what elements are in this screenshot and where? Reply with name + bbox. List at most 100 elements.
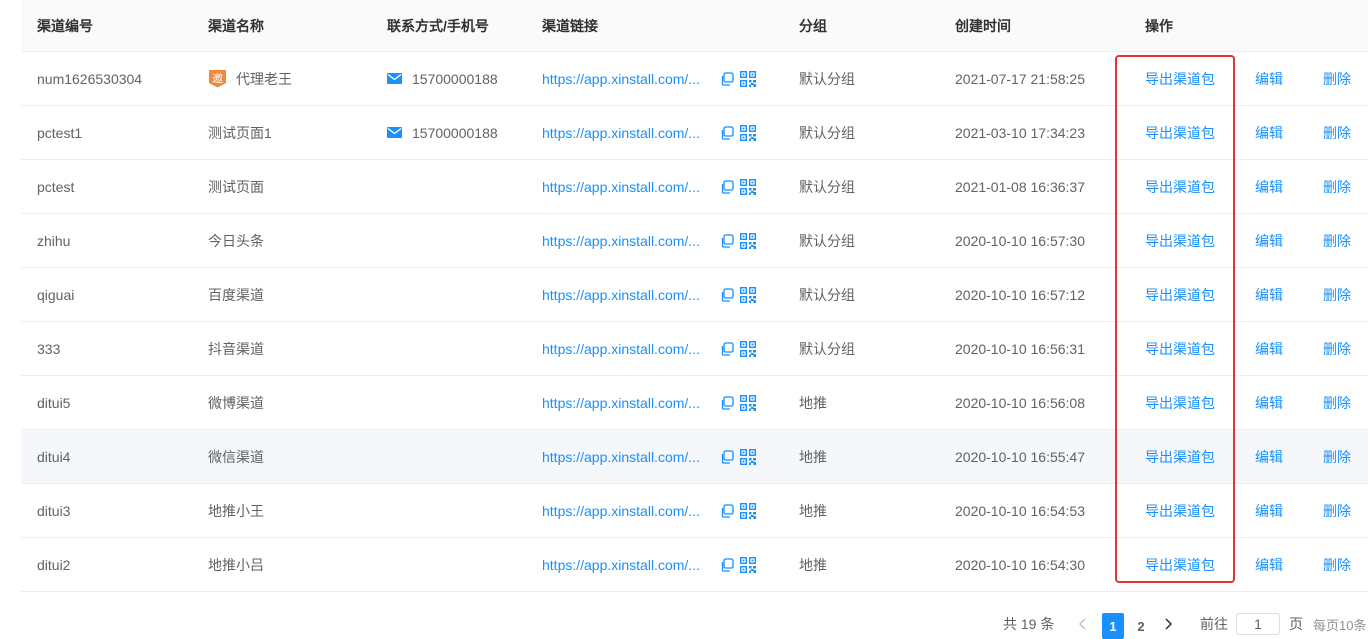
- qrcode-icon[interactable]: [740, 556, 756, 573]
- channel-name-cell: 百度渠道: [208, 268, 264, 321]
- channel-code: pctest: [37, 178, 75, 195]
- delete-button[interactable]: 删除: [1323, 447, 1351, 467]
- channel-link[interactable]: https://app.xinstall.com/...: [542, 395, 712, 411]
- channel-link[interactable]: https://app.xinstall.com/...: [542, 233, 712, 249]
- edit-button[interactable]: 编辑: [1255, 123, 1303, 143]
- goto-page-input[interactable]: 1: [1236, 613, 1280, 635]
- delete-button[interactable]: 删除: [1323, 501, 1351, 521]
- channel-code: qiguai: [37, 286, 75, 303]
- channel-name: 代理老王: [236, 70, 292, 87]
- copy-icon[interactable]: [720, 179, 734, 194]
- channel-code: ditui5: [37, 394, 71, 411]
- table-header: 渠道编号 渠道名称 联系方式/手机号 渠道链接 分组 创建时间 操作: [21, 0, 1368, 52]
- copy-icon[interactable]: [720, 125, 734, 140]
- pagination-total: 共 19 条: [1003, 616, 1055, 632]
- channel-link[interactable]: https://app.xinstall.com/...: [542, 71, 712, 87]
- channel-code: ditui2: [37, 556, 71, 573]
- delete-button[interactable]: 删除: [1323, 339, 1351, 359]
- channel-link[interactable]: https://app.xinstall.com/...: [542, 125, 712, 141]
- group: 默认分组: [799, 70, 855, 87]
- edit-button[interactable]: 编辑: [1255, 69, 1303, 89]
- channel-name: 地推小王: [208, 502, 264, 519]
- created-time: 2021-07-17 21:58:25: [955, 70, 1085, 87]
- qrcode-icon[interactable]: [740, 70, 756, 87]
- copy-icon[interactable]: [720, 71, 734, 86]
- qrcode-icon[interactable]: [740, 340, 756, 357]
- delete-button[interactable]: 删除: [1323, 555, 1351, 575]
- qrcode-icon[interactable]: [740, 178, 756, 195]
- header-group: 分组: [799, 17, 827, 34]
- invite-badge-icon: 邀: [208, 69, 227, 88]
- copy-icon[interactable]: [720, 233, 734, 248]
- link-cell: https://app.xinstall.com/...: [542, 52, 756, 105]
- channel-name-cell: 微信渠道: [208, 430, 264, 483]
- channel-name: 微信渠道: [208, 448, 264, 465]
- edit-button[interactable]: 编辑: [1255, 447, 1303, 467]
- channel-code: num1626530304: [37, 70, 143, 87]
- copy-icon[interactable]: [720, 449, 734, 464]
- created-time: 2020-10-10 16:57:30: [955, 232, 1085, 249]
- edit-button[interactable]: 编辑: [1255, 285, 1303, 305]
- copy-icon[interactable]: [720, 503, 734, 518]
- annotation-highlight-box: [1115, 55, 1235, 583]
- pagination: 共 19 条 1 2 前往 1 页 每页10条: [0, 611, 1368, 639]
- edit-button[interactable]: 编辑: [1255, 393, 1303, 413]
- qrcode-icon[interactable]: [740, 286, 756, 303]
- channel-link[interactable]: https://app.xinstall.com/...: [542, 179, 712, 195]
- delete-button[interactable]: 删除: [1323, 177, 1351, 197]
- created-time: 2020-10-10 16:56:31: [955, 340, 1085, 357]
- channel-name-cell: 抖音渠道: [208, 322, 264, 375]
- group: 默认分组: [799, 124, 855, 141]
- prev-page-icon[interactable]: [1078, 611, 1088, 637]
- link-cell: https://app.xinstall.com/...: [542, 214, 756, 267]
- delete-button[interactable]: 删除: [1323, 123, 1351, 143]
- qrcode-icon[interactable]: [740, 394, 756, 411]
- channel-link[interactable]: https://app.xinstall.com/...: [542, 503, 712, 519]
- created-time: 2021-03-10 17:34:23: [955, 124, 1085, 141]
- qrcode-icon[interactable]: [740, 502, 756, 519]
- page-button-1[interactable]: 1: [1102, 613, 1124, 639]
- qrcode-icon[interactable]: [740, 448, 756, 465]
- channel-name: 地推小吕: [208, 556, 264, 573]
- copy-icon[interactable]: [720, 341, 734, 356]
- delete-button[interactable]: 删除: [1323, 393, 1351, 413]
- channel-link[interactable]: https://app.xinstall.com/...: [542, 341, 712, 357]
- link-cell: https://app.xinstall.com/...: [542, 538, 756, 591]
- copy-icon[interactable]: [720, 287, 734, 302]
- contact-cell: 15700000188: [387, 106, 498, 159]
- edit-button[interactable]: 编辑: [1255, 177, 1303, 197]
- delete-button[interactable]: 删除: [1323, 69, 1351, 89]
- edit-button[interactable]: 编辑: [1255, 501, 1303, 521]
- next-page-icon[interactable]: [1163, 611, 1173, 637]
- header-name: 渠道名称: [208, 17, 264, 34]
- copy-icon[interactable]: [720, 395, 734, 410]
- copy-icon[interactable]: [720, 557, 734, 572]
- channel-link[interactable]: https://app.xinstall.com/...: [542, 557, 712, 573]
- channel-link[interactable]: https://app.xinstall.com/...: [542, 287, 712, 303]
- header-contact: 联系方式/手机号: [387, 17, 489, 34]
- qrcode-icon[interactable]: [740, 232, 756, 249]
- channel-name-cell: 测试页面: [208, 160, 264, 213]
- channel-name-cell: 邀代理老王: [208, 52, 292, 105]
- edit-button[interactable]: 编辑: [1255, 231, 1303, 251]
- group: 默认分组: [799, 340, 855, 357]
- link-cell: https://app.xinstall.com/...: [542, 106, 756, 159]
- channel-name: 今日头条: [208, 232, 264, 249]
- channel-name: 测试页面: [208, 178, 264, 195]
- page-button-2[interactable]: 2: [1130, 613, 1152, 639]
- delete-button[interactable]: 删除: [1323, 231, 1351, 251]
- qrcode-icon[interactable]: [740, 124, 756, 141]
- delete-button[interactable]: 删除: [1323, 285, 1351, 305]
- edit-button[interactable]: 编辑: [1255, 555, 1303, 575]
- group: 地推: [799, 556, 827, 573]
- channel-name: 抖音渠道: [208, 340, 264, 357]
- page-size-select[interactable]: 每页10条: [1313, 611, 1366, 637]
- header-code: 渠道编号: [37, 17, 93, 34]
- edit-button[interactable]: 编辑: [1255, 339, 1303, 359]
- page-suffix-label: 页: [1289, 616, 1303, 632]
- goto-label: 前往: [1200, 616, 1228, 632]
- channel-link[interactable]: https://app.xinstall.com/...: [542, 449, 712, 465]
- channel-code: ditui4: [37, 448, 71, 465]
- channel-code: pctest1: [37, 124, 83, 141]
- created-time: 2020-10-10 16:57:12: [955, 286, 1085, 303]
